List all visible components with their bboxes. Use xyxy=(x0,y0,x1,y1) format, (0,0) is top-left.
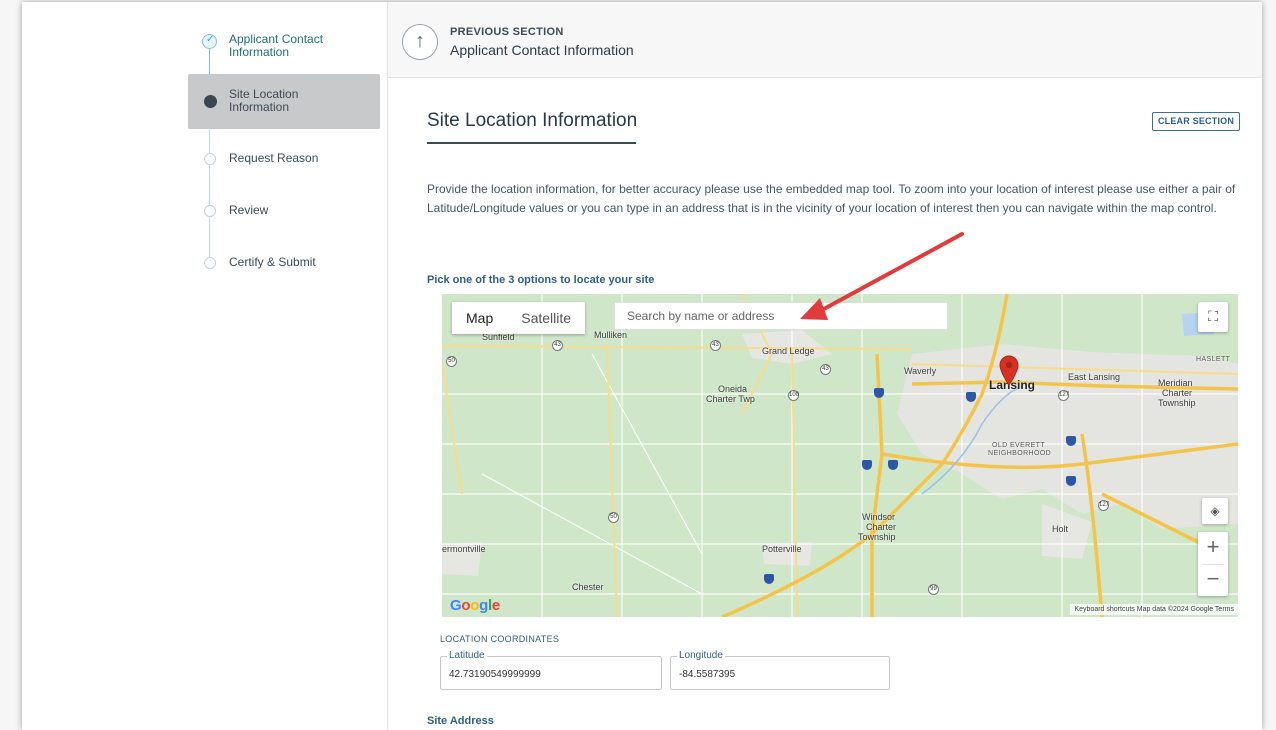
map-type-control: Map Satellite xyxy=(452,302,586,334)
map-label-place: Holt xyxy=(1052,524,1069,534)
pending-step-dot-icon xyxy=(204,205,216,217)
step-site-location[interactable]: Site Location Information xyxy=(188,74,380,129)
step-label: Site Location Information xyxy=(229,88,298,114)
step-certify-submit[interactable]: Certify & Submit xyxy=(188,254,380,274)
route-shield: 43 xyxy=(552,340,563,351)
map-label-place: ermontville xyxy=(442,544,486,554)
map-label-place: NEIGHBORHOOD xyxy=(988,450,1052,457)
longitude-field[interactable]: Longitude -84.5587395 xyxy=(670,650,890,690)
zoom-control: + − xyxy=(1198,532,1228,596)
fullscreen-icon[interactable]: ⛶ xyxy=(1198,302,1228,332)
step-label: Request Reason xyxy=(229,151,319,165)
step-label: Certify & Submit xyxy=(229,255,316,269)
check-circle-icon xyxy=(202,34,217,49)
interstate-shield-icon xyxy=(874,388,884,398)
map-label-place: Chester xyxy=(572,582,604,592)
map-type-satellite-button[interactable]: Satellite xyxy=(507,302,585,334)
step-label-line: Applicant Contact xyxy=(229,32,324,46)
steps-sidebar: Applicant Contact Information Site Locat… xyxy=(22,2,388,730)
zoom-out-button[interactable]: − xyxy=(1198,564,1228,596)
map-label-place: Meridian xyxy=(1158,378,1193,388)
step-label-line: Information xyxy=(229,100,290,114)
step-applicant-contact[interactable]: Applicant Contact Information xyxy=(188,8,380,59)
map-search-input[interactable]: Search by name or address xyxy=(614,302,948,330)
map-label-place: Township xyxy=(858,532,896,542)
location-pin-icon[interactable] xyxy=(998,354,1020,386)
latitude-value[interactable]: 42.73190549999999 xyxy=(449,669,541,680)
step-label-line: Site Location xyxy=(229,87,299,101)
route-shield: 100 xyxy=(788,390,799,401)
map-widget[interactable]: Sunfield Mulliken Grand Ledge Waverly La… xyxy=(442,294,1238,617)
map-label-place: Mulliken xyxy=(594,330,628,340)
clear-section-button[interactable]: CLEAR SECTION xyxy=(1152,112,1240,131)
zoom-divider xyxy=(1202,564,1224,565)
route-shield: 99 xyxy=(928,584,939,595)
step-label: Applicant Contact Information xyxy=(229,33,323,59)
route-shield: 43 xyxy=(710,340,721,351)
interstate-shield-icon xyxy=(1066,476,1076,486)
coordinates-heading: LOCATION COORDINATES xyxy=(440,634,560,644)
route-shield: 127 xyxy=(1058,390,1069,401)
route-shield: 127 xyxy=(1098,500,1109,511)
map-label-place: Waverly xyxy=(904,366,937,376)
previous-section-kicker: PREVIOUS SECTION xyxy=(450,26,564,38)
map-type-map-button[interactable]: Map xyxy=(452,302,507,334)
map-label-place: East Lansing xyxy=(1068,372,1121,382)
step-request-reason[interactable]: Request Reason xyxy=(188,150,380,170)
main-content: Site Location Information CLEAR SECTION … xyxy=(388,78,1262,730)
route-shield: 50 xyxy=(446,356,457,367)
pick-option-label: Pick one of the 3 options to locate your… xyxy=(427,274,655,286)
my-location-icon[interactable]: ◈ xyxy=(1202,498,1228,524)
screenshot-frame: Applicant Contact Information Site Locat… xyxy=(0,0,1276,730)
map-label-place: Charter Twp xyxy=(706,394,755,404)
map-label-place: HASLETT xyxy=(1196,356,1231,363)
section-title: Site Location Information xyxy=(427,110,638,131)
map-label-place: OLD EVERETT xyxy=(992,442,1046,449)
site-address-label: Site Address xyxy=(427,715,494,727)
map-attribution[interactable]: Keyboard shortcuts Map data ©2024 Google… xyxy=(1070,604,1238,615)
longitude-value[interactable]: -84.5587395 xyxy=(679,669,735,680)
route-shield: 43 xyxy=(820,364,831,375)
pending-step-dot-icon xyxy=(204,257,216,269)
google-logo: Google xyxy=(450,597,500,614)
latitude-label: Latitude xyxy=(447,650,487,661)
map-label-place: Township xyxy=(1158,398,1196,408)
zoom-in-button[interactable]: + xyxy=(1198,532,1228,564)
previous-section-title[interactable]: Applicant Contact Information xyxy=(450,42,634,58)
interstate-shield-icon xyxy=(966,392,976,402)
map-label-place: Oneida xyxy=(718,384,748,394)
latitude-field[interactable]: Latitude 42.73190549999999 xyxy=(440,650,662,690)
current-step-dot-icon xyxy=(204,95,217,108)
step-label-line: Information xyxy=(229,45,290,59)
route-shield: 50 xyxy=(608,512,619,523)
map-label-place: Charter xyxy=(1162,388,1193,398)
previous-section-bar[interactable]: ↑ PREVIOUS SECTION Applicant Contact Inf… xyxy=(388,2,1262,78)
map-label-place: Charter xyxy=(866,522,897,532)
pending-step-dot-icon xyxy=(204,153,216,165)
step-label: Review xyxy=(229,203,269,217)
map-label-place: Windsor xyxy=(862,512,896,522)
map-label-place: Grand Ledge xyxy=(762,346,815,356)
section-description: Provide the location information, for be… xyxy=(427,182,1236,215)
longitude-label: Longitude xyxy=(677,650,725,661)
map-label-place: Potterville xyxy=(762,544,802,554)
interstate-shield-icon xyxy=(1066,436,1076,446)
arrow-up-circle-icon[interactable]: ↑ xyxy=(402,24,438,60)
section-title-underline xyxy=(427,142,636,144)
interstate-shield-icon xyxy=(862,460,872,470)
step-review[interactable]: Review xyxy=(188,202,380,222)
interstate-shield-icon xyxy=(888,460,898,470)
interstate-shield-icon xyxy=(764,574,774,584)
app-window: Applicant Contact Information Site Locat… xyxy=(22,2,1262,730)
